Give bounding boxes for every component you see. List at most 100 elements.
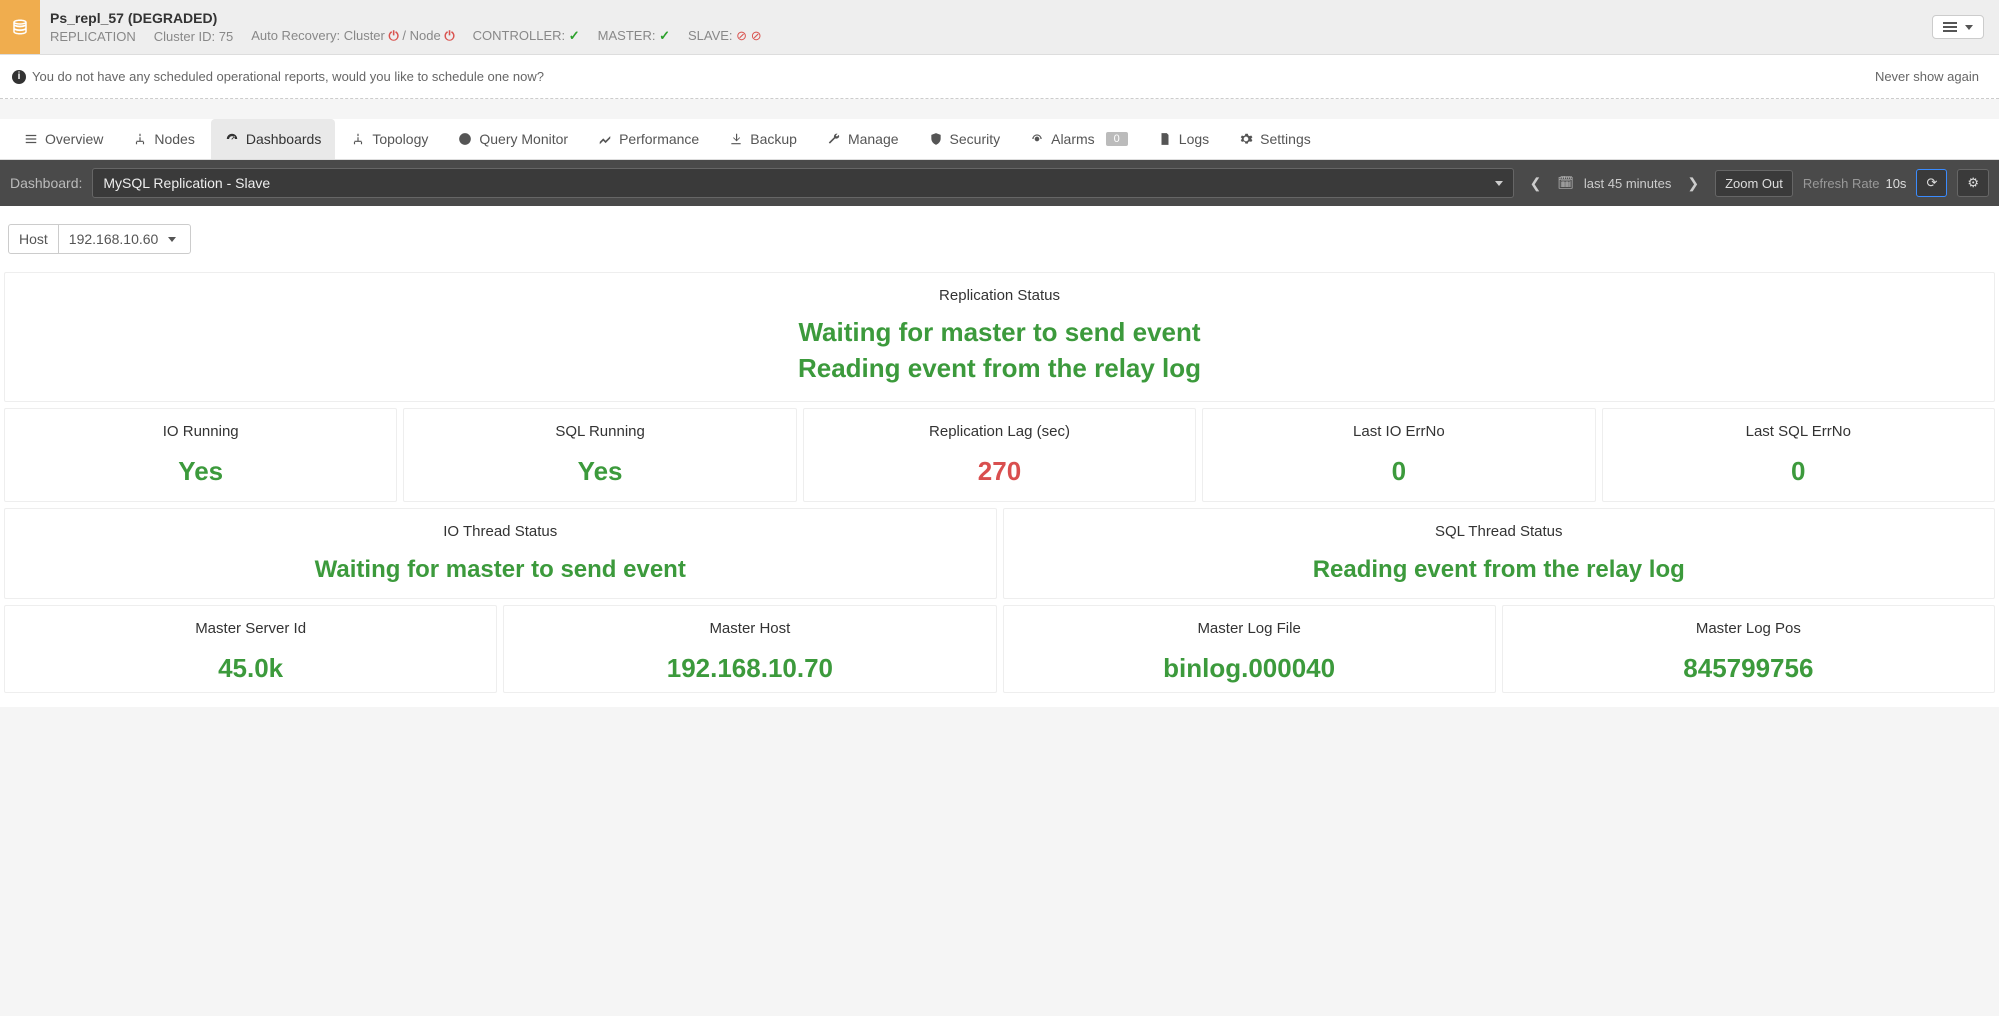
nav-label: Dashboards: [246, 131, 322, 147]
nav-label: Performance: [619, 131, 699, 147]
controller-status-group: CONTROLLER: ✓: [473, 28, 580, 44]
cluster-status-badge: [0, 0, 40, 54]
tab-logs[interactable]: Logs: [1144, 119, 1223, 159]
nav-label: Settings: [1260, 131, 1311, 147]
host-label: Host: [9, 225, 59, 253]
panel-value: Waiting for master to send event: [15, 556, 986, 584]
wrench-icon: [827, 132, 841, 146]
tab-query-monitor[interactable]: Query Monitor: [444, 119, 582, 159]
time-range-label[interactable]: last 45 minutes: [1584, 176, 1671, 191]
refresh-rate-value[interactable]: 10s: [1885, 176, 1906, 191]
panel-value: 0: [1213, 456, 1584, 487]
panel-master-log-file[interactable]: Master Log File binlog.000040: [1003, 605, 1496, 693]
zoom-out-button[interactable]: Zoom Out: [1715, 170, 1793, 197]
slave-status-group: SLAVE: ⊘ ⊘: [688, 28, 762, 44]
panel-replication-status[interactable]: Replication Status Waiting for master to…: [4, 272, 1995, 402]
panel-master-host[interactable]: Master Host 192.168.10.70: [503, 605, 996, 693]
panel-value: 845799756: [1513, 653, 1984, 684]
alert-text[interactable]: You do not have any scheduled operationa…: [32, 69, 544, 84]
panel-title: Master Log File: [1014, 620, 1485, 637]
power-icon: ⏻: [389, 28, 399, 43]
alert-dismiss-link[interactable]: Never show again: [1867, 65, 1987, 88]
document-icon: [1158, 132, 1172, 146]
panel-title: Master Host: [514, 620, 985, 637]
cluster-title: Ps_repl_57 (DEGRADED): [50, 10, 1907, 26]
panel-master-log-pos[interactable]: Master Log Pos 845799756: [1502, 605, 1995, 693]
host-picker-row: Host 192.168.10.60: [0, 206, 1999, 264]
refresh-icon: ⟳: [1926, 175, 1937, 191]
time-next-button[interactable]: ❯: [1681, 171, 1705, 196]
info-icon: i: [12, 70, 26, 84]
gear-icon: [1239, 132, 1253, 146]
tab-security[interactable]: Security: [915, 119, 1015, 159]
controller-label: CONTROLLER:: [473, 28, 565, 43]
calendar-icon: 🗓: [1557, 175, 1574, 191]
alert-bar: i You do not have any scheduled operatio…: [0, 55, 1999, 99]
auto-recovery-sep: / Node: [402, 28, 440, 43]
topbar-menu-button[interactable]: [1932, 15, 1984, 39]
tab-manage[interactable]: Manage: [813, 119, 913, 159]
panel-title: Replication Status: [15, 287, 1984, 304]
panel-title: IO Thread Status: [15, 523, 986, 540]
panel-master-server-id[interactable]: Master Server Id 45.0k: [4, 605, 497, 693]
refresh-button[interactable]: ⟳: [1916, 169, 1947, 197]
panel-value: 0: [1613, 456, 1984, 487]
panel-sql-running[interactable]: SQL Running Yes: [403, 408, 796, 502]
dashboard-label: Dashboard:: [10, 175, 82, 191]
host-value[interactable]: 192.168.10.60: [59, 225, 191, 253]
host-picker[interactable]: Host 192.168.10.60: [8, 224, 191, 254]
dashboard-toolbar: Dashboard: MySQL Replication - Slave ❮ 🗓…: [0, 160, 1999, 206]
warning-icon: ⊘: [736, 28, 747, 43]
dashboard-settings-button[interactable]: ⚙: [1957, 169, 1989, 197]
tab-nodes[interactable]: Nodes: [119, 119, 208, 159]
refresh-rate-group: Refresh Rate 10s: [1803, 176, 1907, 191]
chevron-down-icon: [1495, 181, 1503, 186]
tab-backup[interactable]: Backup: [715, 119, 811, 159]
cluster-type-label: REPLICATION: [50, 29, 136, 44]
nav-label: Security: [950, 131, 1001, 147]
chevron-down-icon: [168, 237, 176, 242]
cluster-info: Ps_repl_57 (DEGRADED) REPLICATION Cluste…: [40, 0, 1917, 54]
database-icon: [11, 18, 29, 36]
sitemap-icon: [351, 132, 365, 146]
panel-value: Reading event from the relay log: [1014, 556, 1985, 584]
tab-performance[interactable]: Performance: [584, 119, 713, 159]
list-icon: [24, 132, 38, 146]
alarms-count-badge: 0: [1106, 132, 1128, 146]
tab-alarms[interactable]: Alarms 0: [1016, 119, 1142, 159]
tab-dashboards[interactable]: Dashboards: [211, 119, 336, 159]
dashboard-select[interactable]: MySQL Replication - Slave: [92, 168, 1513, 198]
download-icon: [729, 132, 743, 146]
warning-icon: ⊘: [751, 28, 762, 43]
nav-label: Query Monitor: [479, 131, 568, 147]
master-label: MASTER:: [598, 28, 656, 43]
panel-last-io-errno[interactable]: Last IO ErrNo 0: [1202, 408, 1595, 502]
tab-topology[interactable]: Topology: [337, 119, 442, 159]
auto-recovery-group: Auto Recovery: Cluster ⏻ / Node ⏻: [251, 28, 454, 44]
nav-label: Logs: [1179, 131, 1209, 147]
time-prev-button[interactable]: ❮: [1524, 171, 1548, 196]
clock-icon: [458, 132, 472, 146]
panel-title: Replication Lag (sec): [814, 423, 1185, 440]
refresh-rate-label: Refresh Rate: [1803, 176, 1880, 191]
check-icon: ✓: [569, 28, 580, 43]
shield-icon: [929, 132, 943, 146]
panel-replication-lag[interactable]: Replication Lag (sec) 270: [803, 408, 1196, 502]
cluster-id-label: Cluster ID: 75: [154, 29, 233, 44]
chevron-down-icon: [1965, 25, 1973, 30]
panel-sql-thread-status[interactable]: SQL Thread Status Reading event from the…: [1003, 508, 1996, 599]
nav-label: Topology: [372, 131, 428, 147]
panel-value: Yes: [15, 456, 386, 487]
panel-last-sql-errno[interactable]: Last SQL ErrNo 0: [1602, 408, 1995, 502]
panel-io-running[interactable]: IO Running Yes: [4, 408, 397, 502]
tab-settings[interactable]: Settings: [1225, 119, 1325, 159]
nav-tabs: Overview Nodes Dashboards Topology Query…: [0, 119, 1999, 160]
panel-title: SQL Running: [414, 423, 785, 440]
check-icon: ✓: [659, 28, 670, 43]
panel-value: 192.168.10.70: [514, 653, 985, 684]
nav-label: Alarms: [1051, 131, 1095, 147]
tab-overview[interactable]: Overview: [10, 119, 117, 159]
panel-io-thread-status[interactable]: IO Thread Status Waiting for master to s…: [4, 508, 997, 599]
gear-icon: ⚙: [1967, 175, 1979, 191]
slave-label: SLAVE:: [688, 28, 733, 43]
